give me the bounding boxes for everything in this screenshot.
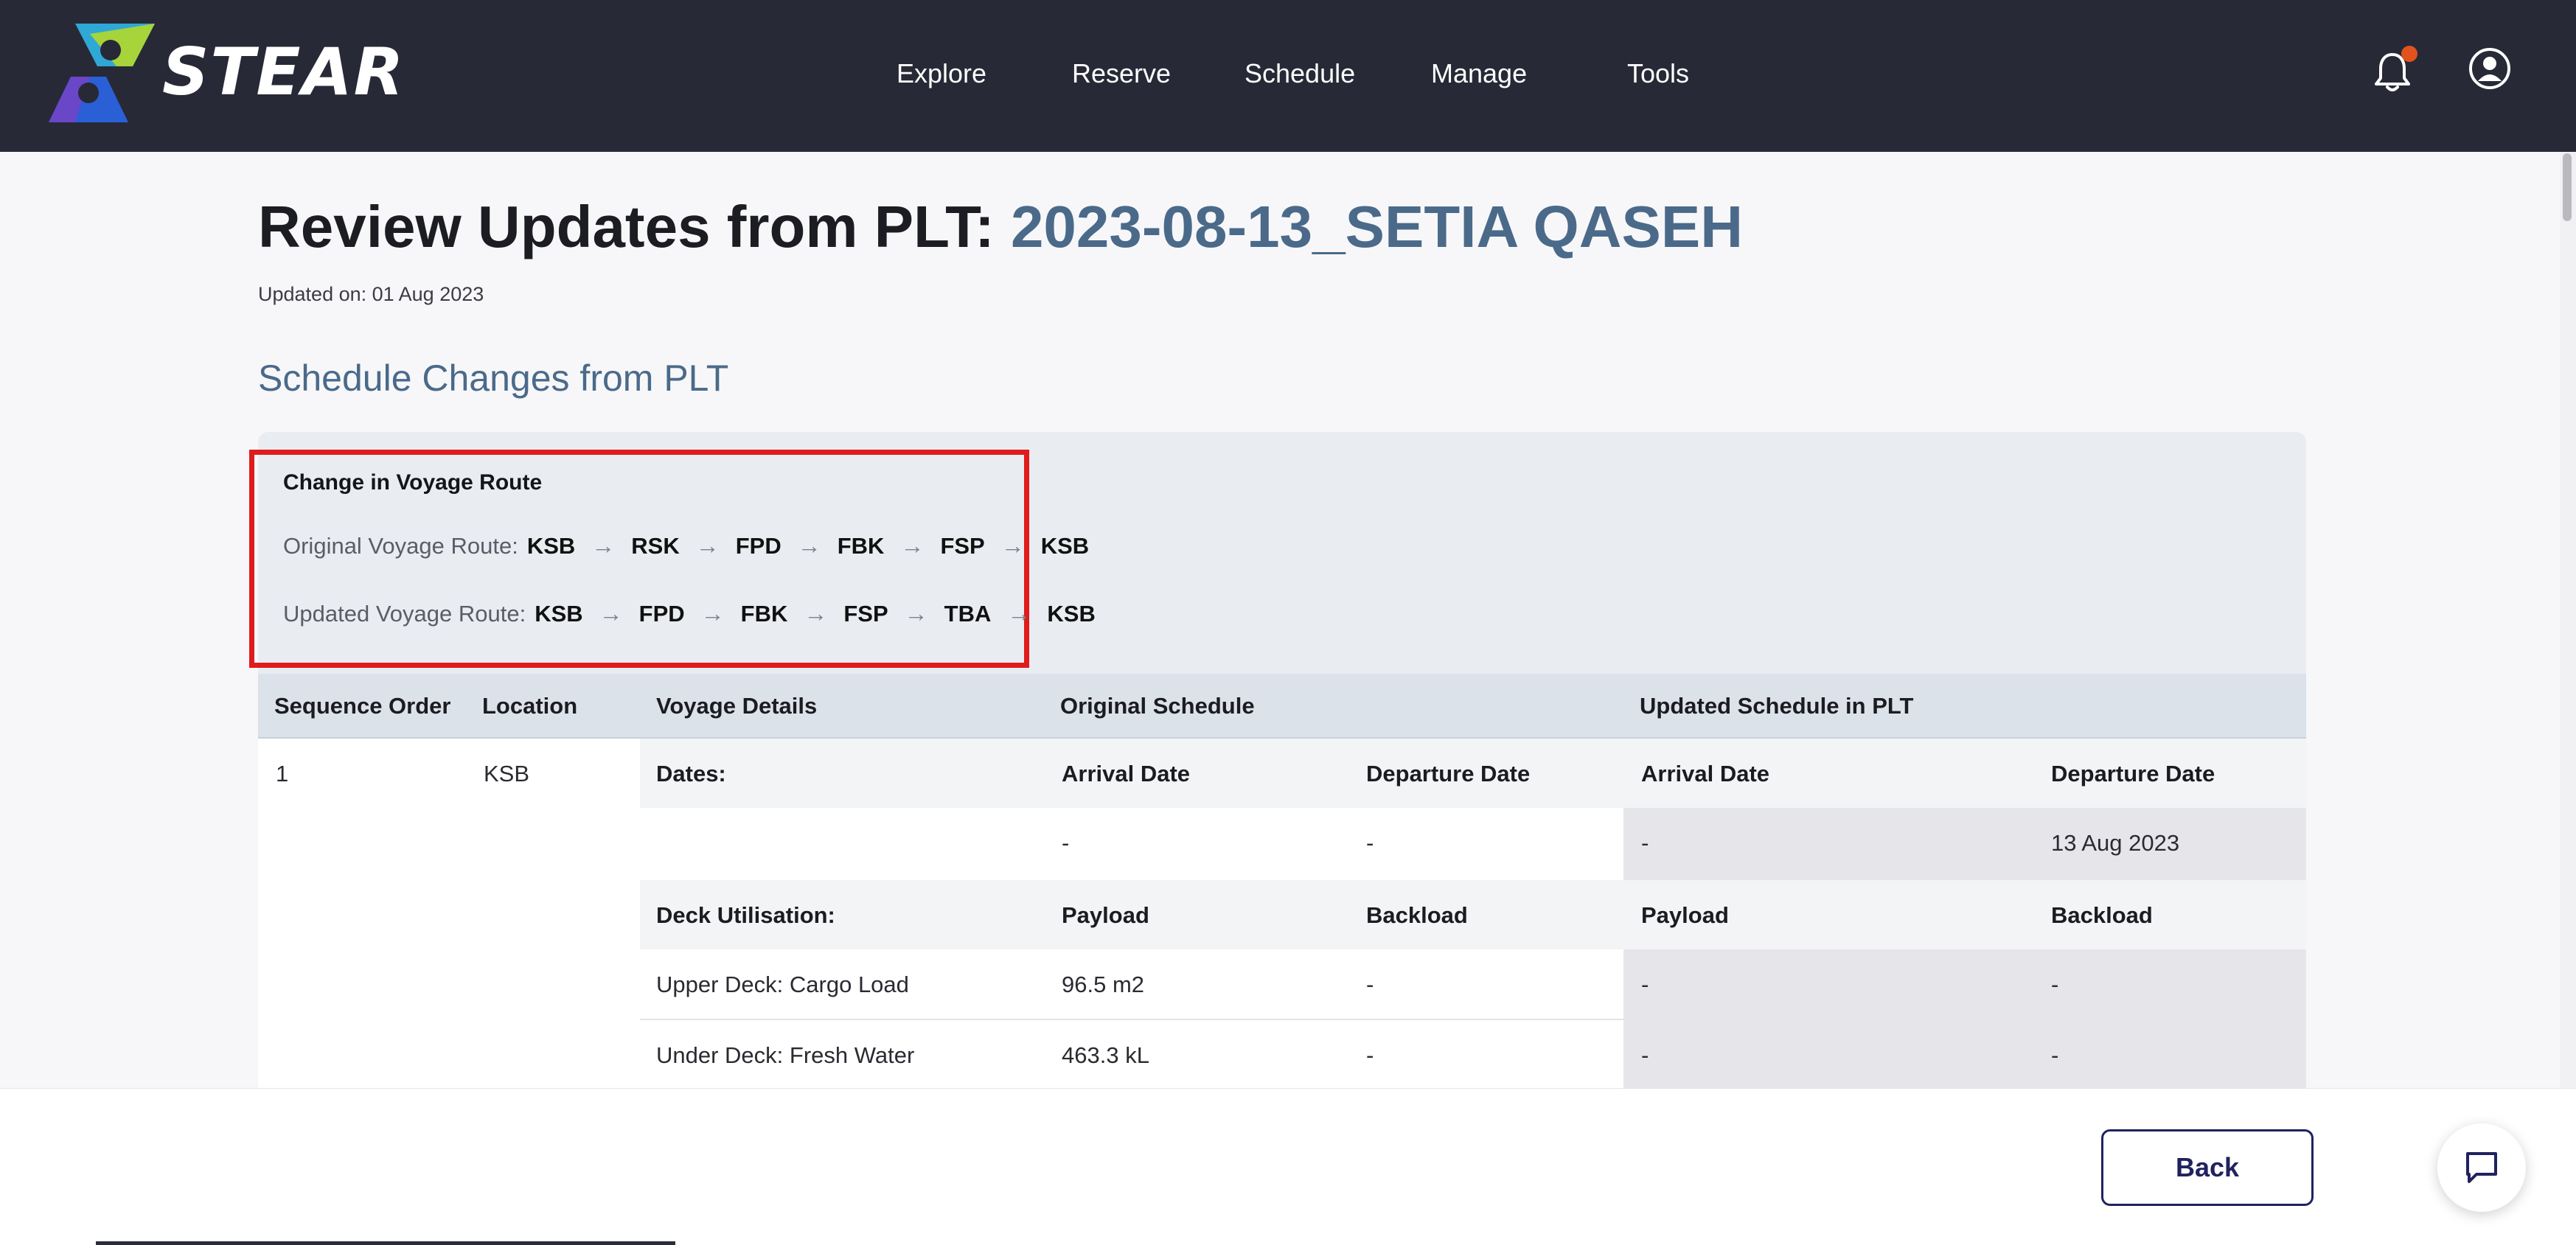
arrow-right-icon: → — [599, 600, 623, 627]
cell-sequence: 1 — [276, 761, 289, 787]
deck-item-label: Upper Deck: Cargo Load — [656, 972, 909, 997]
upd-backload-label: Backload — [2051, 902, 2153, 928]
deck-item-orig-backload: - — [1366, 972, 1374, 997]
arrow-right-icon: → — [591, 532, 616, 559]
arrow-right-icon: → — [904, 600, 928, 627]
brand-logo[interactable]: STEAR — [46, 21, 405, 124]
arrow-right-icon: → — [804, 600, 828, 627]
updated-on-text: Updated on: 01 Aug 2023 — [258, 283, 484, 305]
arrow-right-icon: → — [900, 532, 925, 559]
header-updated-schedule: Updated Schedule in PLT — [1640, 693, 1914, 719]
deck-item-label: Under Deck: Fresh Water — [656, 1042, 915, 1068]
upd-departure-value: 13 Aug 2023 — [2051, 830, 2180, 856]
updated-route: Updated Voyage Route: KSB → FPD → FBK → … — [283, 600, 1096, 627]
arrow-right-icon: → — [695, 532, 720, 559]
header-original-schedule: Original Schedule — [1060, 693, 1255, 719]
deck-item-orig-payload: 96.5 m2 — [1062, 972, 1145, 997]
deck-item-upd-backload: - — [2051, 1042, 2059, 1068]
nav-manage[interactable]: Manage — [1431, 52, 1527, 96]
nav-reserve[interactable]: Reserve — [1072, 52, 1171, 96]
route-stop: KSB — [1040, 532, 1090, 559]
scrollbar-track[interactable] — [2560, 152, 2576, 1088]
back-button[interactable]: Back — [2101, 1129, 2314, 1206]
chat-button[interactable] — [2437, 1123, 2526, 1212]
page-title-voyage: 2023-08-13_SETIA QASEH — [1010, 194, 1743, 259]
deck-utilisation-label: Deck Utilisation: — [656, 902, 835, 928]
arrow-right-icon: → — [700, 600, 725, 627]
brand-name: STEAR — [162, 34, 405, 110]
notification-badge — [2401, 46, 2417, 62]
cell-location: KSB — [484, 761, 530, 787]
upd-arrival-label: Arrival Date — [1641, 761, 1770, 787]
dates-label: Dates: — [656, 761, 726, 787]
upd-arrival-value: - — [1641, 830, 1649, 856]
route-stop: FBK — [837, 532, 885, 559]
page-title-prefix: Review Updates from PLT: — [258, 194, 1011, 259]
deck-item-orig-payload: 463.3 kL — [1062, 1042, 1149, 1068]
header-location: Location — [482, 693, 578, 719]
orig-backload-label: Backload — [1366, 902, 1468, 928]
table-body-left — [258, 739, 640, 1088]
route-stop: FSP — [940, 532, 985, 559]
route-stop: FSP — [843, 600, 888, 627]
route-change-heading: Change in Voyage Route — [283, 470, 543, 495]
orig-payload-label: Payload — [1062, 902, 1149, 928]
nav-schedule[interactable]: Schedule — [1245, 52, 1355, 96]
orig-arrival-label: Arrival Date — [1062, 761, 1191, 787]
updated-route-label: Updated Voyage Route: — [283, 600, 526, 627]
stear-logo-icon — [49, 24, 155, 122]
orig-departure-label: Departure Date — [1366, 761, 1531, 787]
arrow-right-icon: → — [797, 532, 821, 559]
deck-item-upd-payload: - — [1641, 972, 1649, 997]
orig-arrival-value: - — [1062, 830, 1070, 856]
original-route-label: Original Voyage Route: — [283, 532, 518, 559]
route-stop: KSB — [535, 600, 583, 627]
route-stop: FPD — [638, 600, 685, 627]
deck-item-upd-backload: - — [2051, 972, 2059, 997]
taskbar-strip — [96, 1241, 675, 1245]
arrow-right-icon: → — [1000, 532, 1025, 559]
deck-item-upd-payload: - — [1641, 1042, 1649, 1068]
route-stop: KSB — [1047, 600, 1096, 627]
chat-icon — [2466, 1152, 2497, 1183]
upd-payload-label: Payload — [1641, 902, 1729, 928]
original-route: Original Voyage Route: KSB → RSK → FPD →… — [283, 532, 1089, 559]
route-stop: FPD — [735, 532, 781, 559]
header-voyage-details: Voyage Details — [656, 693, 818, 719]
orig-departure-value: - — [1366, 830, 1374, 856]
nav-tools[interactable]: Tools — [1627, 52, 1689, 96]
route-stop: RSK — [631, 532, 680, 559]
upd-departure-label: Departure Date — [2051, 761, 2215, 787]
arrow-right-icon: → — [1007, 600, 1031, 627]
header-sequence-order: Sequence Order — [274, 693, 451, 719]
section-title: Schedule Changes from PLT — [258, 358, 729, 399]
route-stop: FBK — [740, 600, 788, 627]
page-title: Review Updates from PLT: 2023-08-13_SETI… — [258, 190, 1743, 264]
user-circle-icon[interactable] — [2468, 47, 2511, 90]
scrollbar-thumb[interactable] — [2563, 153, 2572, 221]
row-divider — [640, 1019, 1623, 1020]
nav-explore[interactable]: Explore — [897, 52, 986, 96]
deck-item-orig-backload: - — [1366, 1042, 1374, 1068]
route-stop: KSB — [526, 532, 576, 559]
route-stop: TBA — [944, 600, 992, 627]
